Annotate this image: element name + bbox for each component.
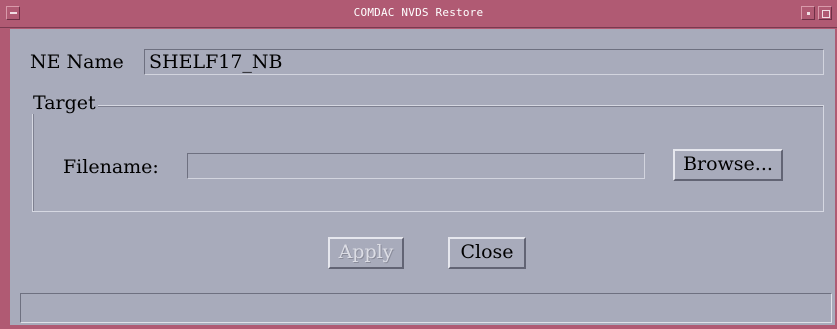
minimize-icon[interactable] xyxy=(801,6,815,20)
filename-input[interactable] xyxy=(187,153,645,179)
maximize-icon[interactable] xyxy=(818,6,832,20)
dialog-body: NE Name SHELF17_NB Target Filename: Brow… xyxy=(10,29,835,325)
status-bar xyxy=(20,293,832,323)
ne-name-value: SHELF17_NB xyxy=(149,51,283,73)
filename-label: Filename: xyxy=(63,156,159,178)
ne-name-label: NE Name xyxy=(30,51,124,73)
target-group-label: Target xyxy=(31,92,98,114)
ne-name-field: SHELF17_NB xyxy=(144,49,824,75)
title-bar[interactable]: COMDAC NVDS Restore xyxy=(0,0,837,28)
window-title: COMDAC NVDS Restore xyxy=(353,6,484,19)
browse-button[interactable]: Browse... xyxy=(673,149,783,181)
apply-button[interactable]: Apply xyxy=(328,237,404,269)
dialog-window: COMDAC NVDS Restore NE Name SHELF17_NB T… xyxy=(0,0,837,329)
close-button[interactable]: Close xyxy=(448,237,526,269)
target-group: Target Filename: Browse... xyxy=(31,92,824,212)
